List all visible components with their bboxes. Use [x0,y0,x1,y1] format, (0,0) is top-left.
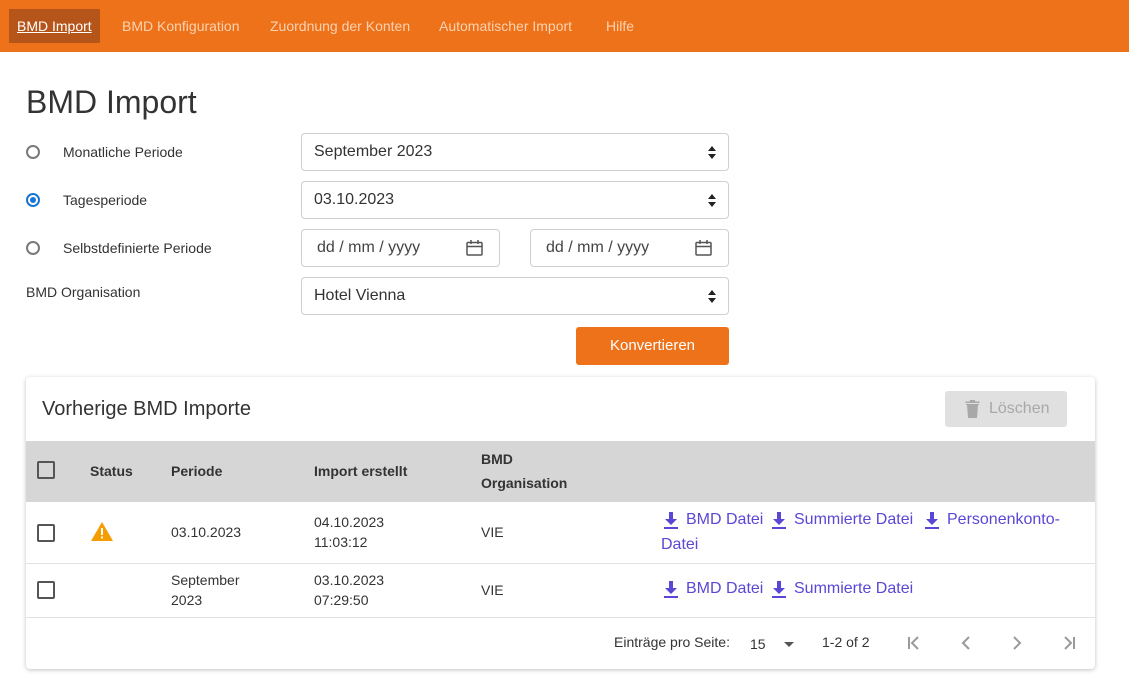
top-navigation: BMD Import BMD Konfiguration Zuordnung d… [0,0,1129,52]
org-label: BMD Organisation [26,284,141,300]
date-to-input[interactable]: dd / mm / yyyy [530,229,729,267]
warning-icon [91,522,113,541]
tab-bmd-import[interactable]: BMD Import [9,9,100,43]
previous-imports-card: Vorherige BMD Importe Löschen Status Per… [26,377,1095,669]
tab-hilfe[interactable]: Hilfe [598,9,642,43]
daily-period-radio[interactable] [26,193,40,207]
download-icon [772,512,786,529]
summed-file-link-label: Summierte Datei [794,511,914,528]
page-title: BMD Import [26,84,197,120]
column-organisation-line2: Organisation [481,475,568,491]
row-created-date: 03.10.2023 [314,572,385,588]
row-organisation: VIE [481,582,504,598]
table-row: 03.10.2023 04.10.2023 11:03:12 VIE BMD D… [26,502,1095,564]
row-created-time: 11:03:12 [314,534,368,550]
row-created: 04.10.2023 11:03:12 [314,512,384,552]
row-created-date: 04.10.2023 [314,514,385,530]
download-icon [925,512,939,529]
personal-account-file-link-label: Personenkonto- [947,511,1060,528]
tab-bmd-konfiguration[interactable]: BMD Konfiguration [114,9,248,43]
summed-file-link-label: Summierte Datei [794,580,914,597]
row-period: September 2023 [171,570,239,610]
last-page-icon[interactable] [1058,632,1080,654]
monthly-period-value: September 2023 [314,143,433,160]
trash-icon [965,400,980,418]
chevron-down-icon [784,642,794,647]
card-title: Vorherige BMD Importe [42,398,251,420]
bmd-file-link[interactable]: BMD Datei [663,508,763,532]
column-import-created[interactable]: Import erstellt [314,461,407,481]
row-period: 03.10.2023 [171,524,242,540]
tab-zuordnung-der-konten[interactable]: Zuordnung der Konten [262,9,418,43]
delete-button[interactable]: Löschen [945,391,1067,427]
per-page-select[interactable]: 15 [750,636,798,656]
convert-button[interactable]: Konvertieren [576,327,729,365]
personal-account-file-link-wrap[interactable]: Datei [661,533,698,557]
monthly-period-label: Monatliche Periode [63,144,183,160]
row-checkbox[interactable] [37,581,55,599]
daily-period-select[interactable]: 03.10.2023 [301,181,729,219]
per-page-label: Einträge pro Seite: [614,634,730,650]
date-from-placeholder: dd / mm / yyyy [317,239,421,256]
org-value: Hotel Vienna [314,287,406,304]
pagination: Einträge pro Seite: 15 1-2 of 2 [26,618,1095,669]
row-period-line1: September [171,572,240,588]
table-row: September 2023 03.10.2023 07:29:50 VIE B… [26,564,1095,618]
select-all-checkbox[interactable] [37,461,55,479]
monthly-period-radio[interactable] [26,145,40,159]
column-organisation-line1: BMD [481,451,513,467]
download-icon [664,512,678,529]
row-created: 03.10.2023 07:29:50 [314,570,384,610]
date-from-input[interactable]: dd / mm / yyyy [301,229,500,267]
next-page-icon[interactable] [1006,632,1028,654]
row-checkbox[interactable] [37,524,55,542]
column-period[interactable]: Periode [171,461,222,481]
daily-period-label: Tagesperiode [63,192,148,208]
per-page-value: 15 [750,636,766,652]
tab-automatischer-import[interactable]: Automatischer Import [431,9,580,43]
table-header: Status Periode Import erstellt BMD Organ… [26,441,1095,502]
column-organisation[interactable]: BMD Organisation [481,449,567,493]
summed-file-link[interactable]: Summierte Datei [771,508,913,532]
custom-period-radio[interactable] [26,241,40,255]
monthly-period-select[interactable]: September 2023 [301,133,729,171]
page-range: 1-2 of 2 [822,634,870,650]
download-icon [664,581,678,598]
org-select[interactable]: Hotel Vienna [301,277,729,315]
row-created-time: 07:29:50 [314,592,369,608]
summed-file-link[interactable]: Summierte Datei [771,577,913,601]
daily-period-value: 03.10.2023 [314,191,395,208]
calendar-icon[interactable] [466,240,483,256]
row-organisation: VIE [481,524,504,540]
date-to-placeholder: dd / mm / yyyy [546,239,650,256]
bmd-file-link[interactable]: BMD Datei [663,577,763,601]
calendar-icon[interactable] [695,240,712,256]
personal-account-file-link[interactable]: Personenkonto- [924,508,1060,532]
delete-label: Löschen [989,400,1050,417]
row-period-line2: 2023 [171,592,203,608]
download-icon [772,581,786,598]
select-arrows-icon [708,194,716,207]
previous-page-icon[interactable] [955,632,977,654]
first-page-icon[interactable] [903,632,925,654]
select-arrows-icon [708,290,716,303]
column-status[interactable]: Status [90,461,133,481]
select-arrows-icon [708,146,716,159]
custom-period-label: Selbstdefinierte Periode [63,240,212,256]
